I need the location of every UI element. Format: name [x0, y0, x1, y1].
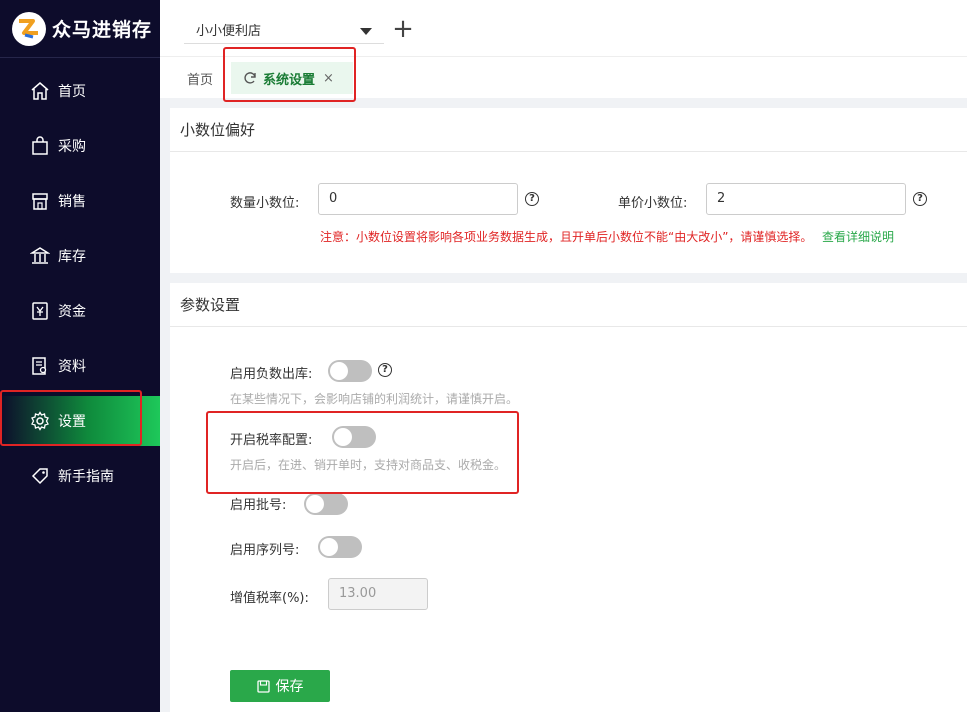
- panel-title: 参数设置: [170, 283, 967, 327]
- store-select-value: 小小便利店: [196, 24, 262, 39]
- sidebar-item-settings[interactable]: 设置: [0, 396, 160, 446]
- tax-rate-hint: 开启后，在进、销开单时，支持对商品支、收税金。: [230, 458, 507, 472]
- shopping-bag-icon: [32, 136, 48, 155]
- sidebar-item-label: 新手指南: [58, 469, 114, 485]
- sidebar-item-label: 设置: [58, 414, 86, 430]
- serial-toggle[interactable]: [318, 536, 362, 558]
- warehouse-icon: [30, 247, 50, 264]
- caret-down-icon: [360, 28, 372, 35]
- tab-home[interactable]: 首页: [187, 69, 213, 88]
- tag-icon: [31, 468, 48, 485]
- batch-label: 启用批号:: [230, 498, 287, 513]
- serial-label: 启用序列号:: [230, 543, 300, 558]
- document-icon: [32, 357, 47, 375]
- sidebar-item-home[interactable]: 首页: [0, 66, 160, 116]
- negative-stock-label: 启用负数出库:: [230, 367, 313, 382]
- gear-icon: [31, 411, 49, 431]
- vat-label: 增值税率(%):: [230, 591, 309, 606]
- save-button-label: 保存: [275, 679, 304, 695]
- tax-rate-toggle[interactable]: [332, 426, 376, 448]
- store-icon: [32, 193, 48, 210]
- sidebar-item-label: 采购: [58, 139, 86, 155]
- negative-stock-hint: 在某些情况下，会影响店铺的利润统计，请谨慎开启。: [230, 392, 519, 406]
- yen-icon: [32, 302, 48, 320]
- close-icon[interactable]: ×: [323, 71, 334, 86]
- top-bar: 小小便利店 +: [160, 0, 967, 56]
- sidebar: 众马进销存 首页 采购 销售 库存 资金 资料 设置 新手指南: [0, 0, 160, 712]
- tax-rate-label: 开启税率配置:: [230, 433, 313, 448]
- vat-input: 13.00: [328, 578, 428, 610]
- sidebar-item-label: 销售: [58, 194, 86, 210]
- refresh-icon[interactable]: [243, 71, 257, 85]
- save-button[interactable]: 保存: [230, 670, 330, 702]
- help-icon[interactable]: ?: [378, 363, 392, 377]
- home-icon: [31, 82, 49, 100]
- sidebar-item-purchase[interactable]: 采购: [0, 121, 160, 171]
- sidebar-item-label: 资料: [58, 359, 86, 375]
- negative-stock-toggle[interactable]: [328, 360, 372, 382]
- panel-title: 小数位偏好: [170, 108, 967, 152]
- logo: 众马进销存: [0, 0, 160, 58]
- sidebar-item-label: 资金: [58, 304, 86, 320]
- params-panel: 参数设置 启用负数出库: ? 在某些情况下，会影响店铺的利润统计，请谨慎开启。 …: [170, 283, 967, 712]
- tab-system-settings[interactable]: 系统设置 ×: [231, 62, 353, 94]
- detail-link[interactable]: 查看详细说明: [822, 228, 894, 245]
- help-icon[interactable]: ?: [525, 192, 539, 206]
- sidebar-item-sales[interactable]: 销售: [0, 176, 160, 226]
- brand-name: 众马进销存: [52, 19, 153, 41]
- price-decimal-input[interactable]: 2: [706, 183, 906, 215]
- batch-toggle[interactable]: [304, 493, 348, 515]
- qty-decimal-label: 数量小数位:: [230, 196, 300, 211]
- decimal-panel: 小数位偏好 数量小数位: 0 ? 单价小数位: 2 ? 注意：小数位设置将影响各…: [170, 108, 967, 273]
- help-icon[interactable]: ?: [913, 192, 927, 206]
- qty-decimal-input[interactable]: 0: [318, 183, 518, 215]
- sidebar-item-label: 首页: [58, 84, 86, 100]
- sidebar-item-inventory[interactable]: 库存: [0, 231, 160, 281]
- tab-label: 系统设置: [263, 72, 316, 88]
- decimal-warning: 注意：小数位设置将影响各项业务数据生成，且开单后小数位不能“由大改小”，请谨慎选…: [320, 230, 813, 244]
- sidebar-item-guide[interactable]: 新手指南: [0, 451, 160, 501]
- add-store-button[interactable]: +: [392, 16, 414, 44]
- sidebar-item-funds[interactable]: 资金: [0, 286, 160, 336]
- price-decimal-label: 单价小数位:: [618, 196, 688, 211]
- sidebar-item-label: 库存: [58, 249, 86, 265]
- tab-bar: 首页 系统设置 ×: [160, 56, 967, 98]
- save-icon: [256, 679, 270, 693]
- store-select[interactable]: 小小便利店: [184, 16, 384, 44]
- brand-logo-icon: [12, 11, 46, 46]
- sidebar-item-data[interactable]: 资料: [0, 341, 160, 391]
